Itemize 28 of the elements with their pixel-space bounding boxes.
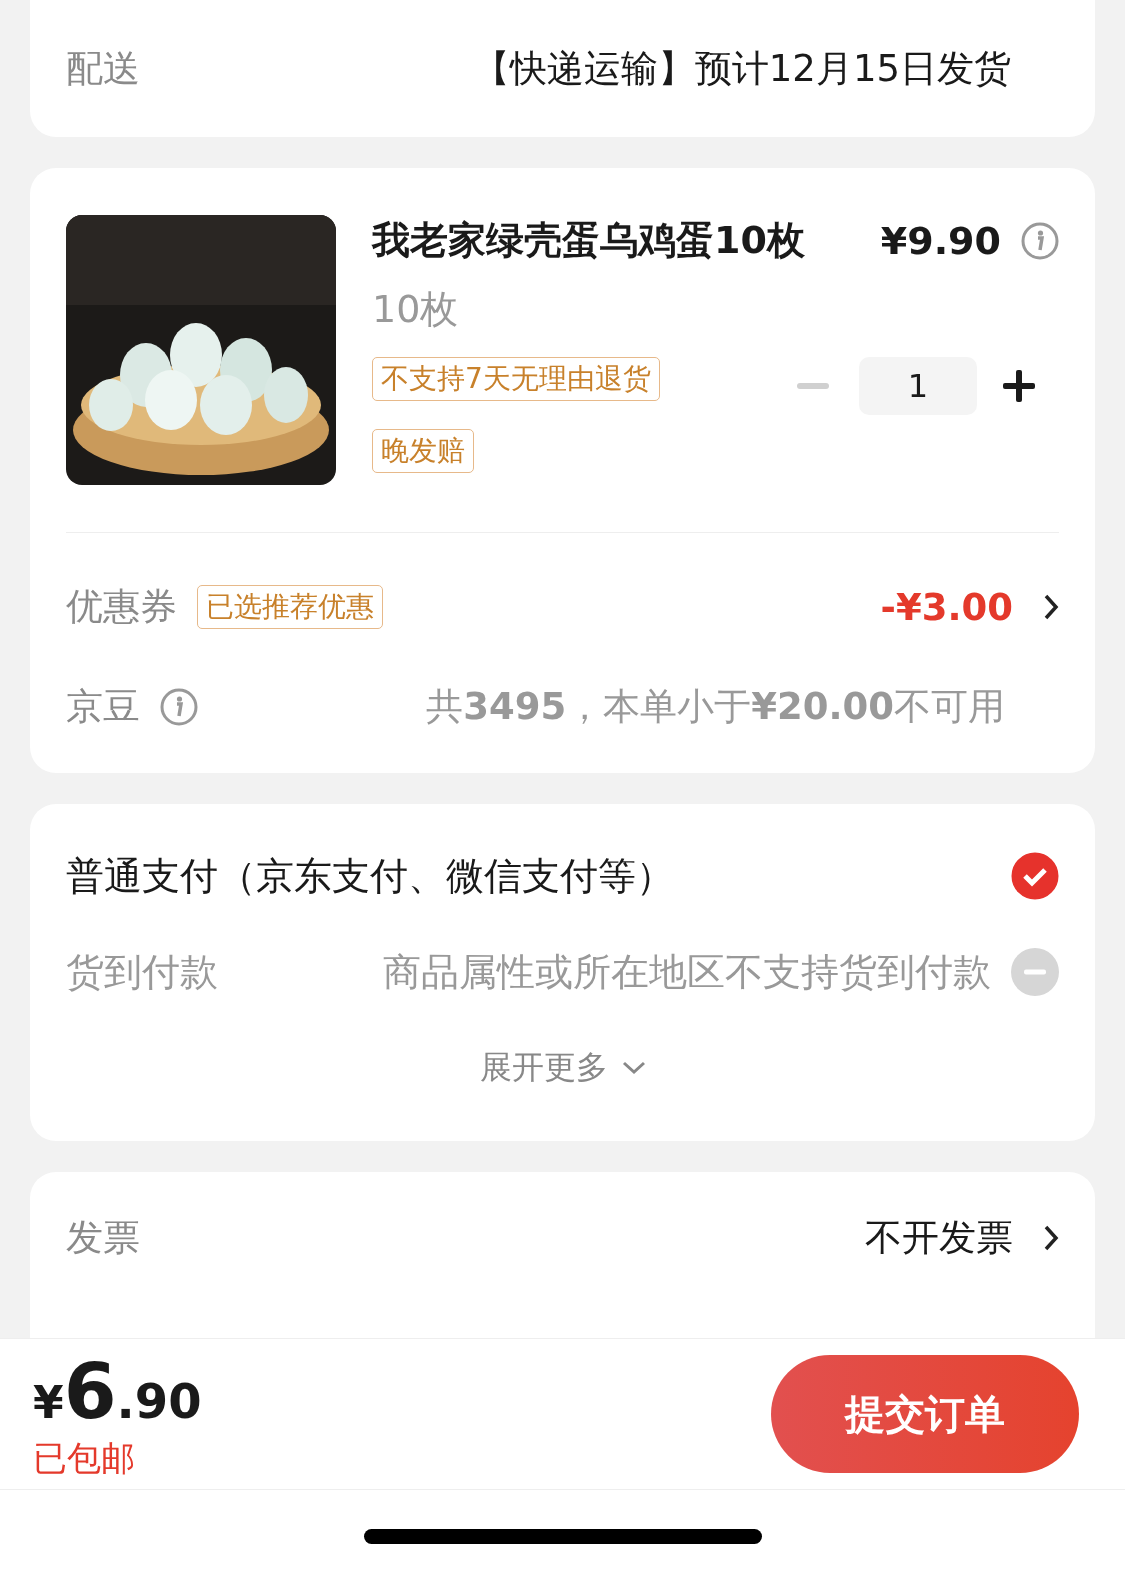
chevron-right-icon[interactable] (1043, 1224, 1059, 1252)
product-price: ¥9.90 (880, 218, 1001, 263)
submit-order-button[interactable]: 提交订单 (771, 1355, 1079, 1473)
delivery-label: 配送 (66, 45, 140, 92)
coupon-label: 优惠券 (66, 584, 177, 630)
product-tag: 不支持7天无理由退货 (372, 357, 660, 401)
radio-icon[interactable] (1011, 852, 1059, 900)
chevron-right-icon[interactable] (1043, 593, 1059, 621)
info-icon[interactable] (1021, 221, 1059, 260)
product-tag: 晚发赔 (372, 429, 474, 473)
invoice-value[interactable]: 不开发票 (865, 1213, 1013, 1263)
payment-note: 商品属性或所在地区不支持货到付款 (383, 948, 991, 996)
info-icon[interactable] (160, 688, 198, 726)
product-spec: 10枚 (372, 286, 459, 333)
product-title: 我老家绿壳蛋乌鸡蛋10枚 (372, 217, 805, 264)
total-price: ¥6.90 (33, 1346, 202, 1436)
quantity-field[interactable]: 1 (859, 357, 977, 415)
expand-more-link[interactable]: 展开更多 (479, 1046, 646, 1090)
payment-option[interactable]: 普通支付（京东支付、微信支付等） (66, 850, 674, 902)
beans-label: 京豆 (66, 684, 140, 730)
chevron-down-icon (621, 1061, 646, 1075)
shipping-note: 已包邮 (33, 1436, 136, 1480)
coupon-value[interactable]: -¥3.00 (880, 585, 1013, 629)
delivery-value: 【快递运输】预计12月15日发货 (472, 45, 1011, 92)
coupon-badge: 已选推荐优惠 (197, 585, 383, 629)
plus-icon[interactable] (1003, 370, 1035, 402)
beans-note: 共3495，本单小于¥20.00不可用 (426, 684, 1005, 730)
invoice-label: 发票 (66, 1215, 140, 1261)
